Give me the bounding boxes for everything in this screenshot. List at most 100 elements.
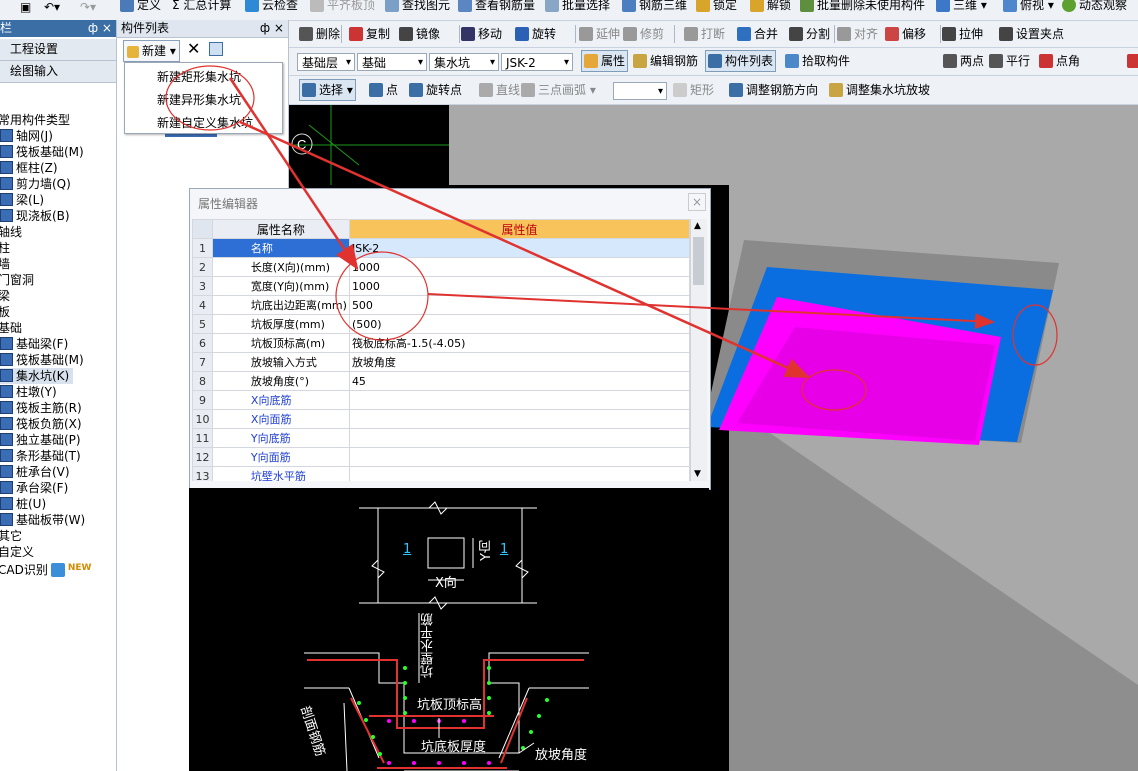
property-row[interactable]: 5 坑板厚度(mm) (500) <box>192 314 690 334</box>
cloud-check-button[interactable]: 云检查 <box>245 0 298 16</box>
tree-item[interactable]: 框柱(Z) <box>0 160 58 176</box>
edit-tool-button[interactable]: 合并 <box>737 23 778 45</box>
align-slab-top-button[interactable]: 平齐板顶 <box>310 0 375 16</box>
edit-tool-button[interactable]: 打断 <box>684 23 725 45</box>
view-3d-dropdown[interactable]: 三维 ▾ <box>936 0 987 16</box>
copy-component-icon[interactable] <box>209 42 223 56</box>
component-list-pin-close[interactable]: ф × <box>260 20 284 37</box>
edit-tool-button[interactable]: 删除 <box>299 23 340 45</box>
save-icon[interactable]: ▣ <box>20 0 31 18</box>
tree-item[interactable]: 独立基础(P) <box>0 432 81 448</box>
edit-tool-button[interactable]: 旋转 <box>515 23 556 45</box>
edit-tool-button[interactable]: 偏移 <box>885 23 926 45</box>
component-name-select[interactable]: JSK-2 <box>501 53 573 72</box>
component-tool-button[interactable]: 属性 <box>581 50 629 72</box>
tree-item[interactable]: 桩(U) <box>0 496 46 512</box>
tree-item[interactable]: 板 <box>0 304 10 320</box>
property-value[interactable] <box>348 466 690 481</box>
batch-delete-unused-button[interactable]: 批量删除未使用构件 <box>800 0 925 16</box>
tree-item[interactable]: 基础板带(W) <box>0 512 85 528</box>
new-component-button[interactable]: 新建 ▾ <box>123 40 180 62</box>
property-row[interactable]: 6 坑板顶标高(m) 筏板底标高-1.5(-4.05) <box>192 333 690 353</box>
tree-item[interactable]: 基础 <box>0 320 22 336</box>
property-row[interactable]: 2 长度(X向)(mm) 1000 <box>192 257 690 277</box>
redo-icon[interactable]: ↷▾ <box>80 0 96 18</box>
tree-item[interactable]: 自定义 <box>0 544 34 560</box>
tree-item[interactable]: 门窗洞 <box>0 272 34 288</box>
component-tool-button[interactable]: 三 <box>1127 50 1138 72</box>
type-select[interactable]: 基础 <box>357 53 427 72</box>
tree-item[interactable]: 墙 <box>0 256 10 272</box>
tree-item[interactable]: 筏板主筋(R) <box>0 400 82 416</box>
property-row[interactable]: 13 坑壁水平筋 <box>192 466 690 481</box>
property-value[interactable]: 筏板底标高-1.5(-4.05) <box>348 333 690 353</box>
property-value[interactable] <box>348 447 690 467</box>
property-value[interactable] <box>348 409 690 429</box>
draw-tool-button[interactable]: 直线 <box>479 79 520 101</box>
component-tool-button[interactable]: 点角 <box>1039 50 1080 72</box>
tree-item[interactable]: 柱墩(Y) <box>0 384 57 400</box>
property-row[interactable]: 1 名称 JSK-2 <box>192 238 690 258</box>
property-scrollbar[interactable]: ▲ ▼ <box>690 219 707 481</box>
edit-tool-button[interactable]: 复制 <box>349 23 390 45</box>
tree-item[interactable]: 梁(L) <box>0 192 44 208</box>
delete-component-icon[interactable]: ✕ <box>187 39 200 58</box>
unlock-button[interactable]: 解锁 <box>750 0 791 16</box>
tree-item[interactable]: 轴网(J) <box>0 128 53 144</box>
component-type-select[interactable]: 集水坑 <box>429 53 499 72</box>
edit-tool-button[interactable]: 拉伸 <box>942 23 983 45</box>
property-row[interactable]: 12 Y向面筋 <box>192 447 690 467</box>
property-row[interactable]: 4 坑底出边距离(mm) 500 <box>192 295 690 315</box>
property-value[interactable]: 1000 <box>348 257 690 277</box>
component-tool-button[interactable]: 编辑钢筋 <box>633 50 698 72</box>
scroll-down-icon[interactable]: ▼ <box>694 469 701 479</box>
tree-item[interactable]: 条形基础(T) <box>0 448 81 464</box>
draw-tool-button[interactable]: 调整集水坑放坡 <box>829 79 930 101</box>
edit-tool-button[interactable]: 移动 <box>461 23 502 45</box>
property-row[interactable]: 9 X向底筋 <box>192 390 690 410</box>
tab-project-settings[interactable]: 工程设置 <box>0 39 116 61</box>
property-value[interactable]: 1000 <box>348 276 690 296</box>
tree-item[interactable]: 柱 <box>0 240 10 256</box>
property-row[interactable]: 7 放坡输入方式 放坡角度 <box>192 352 690 372</box>
property-value[interactable]: JSK-2 <box>348 238 690 258</box>
tab-drawing-input[interactable]: 绘图输入 <box>0 61 116 83</box>
orbit-button[interactable]: 动态观察 <box>1062 0 1127 16</box>
component-tool-button[interactable]: 平行 <box>989 50 1030 72</box>
arc-width-select[interactable] <box>613 82 667 101</box>
layer-select[interactable]: 基础层 <box>297 53 355 72</box>
scroll-up-icon[interactable]: ▲ <box>694 221 701 231</box>
tree-item[interactable]: 现浇板(B) <box>0 208 70 224</box>
edit-tool-button[interactable]: 分割 <box>789 23 830 45</box>
tree-item[interactable]: 桩承台(V) <box>0 464 70 480</box>
component-tool-button[interactable]: 两点 <box>943 50 984 72</box>
property-value[interactable] <box>348 390 690 410</box>
tree-item[interactable]: 剪力墙(Q) <box>0 176 71 192</box>
property-editor-close-button[interactable]: × <box>688 193 706 211</box>
menu-new-rect-sump[interactable]: 新建矩形集水坑 <box>157 67 241 87</box>
col-header-name[interactable]: 属性名称 <box>211 219 350 239</box>
component-tool-button[interactable]: 拾取构件 <box>785 50 850 72</box>
tree-item[interactable]: 常用构件类型 <box>0 112 70 128</box>
property-row[interactable]: 3 宽度(Y向)(mm) 1000 <box>192 276 690 296</box>
draw-tool-button[interactable]: 三点画弧 ▾ <box>521 79 596 101</box>
edit-tool-button[interactable]: 镜像 <box>399 23 440 45</box>
property-row[interactable]: 10 X向面筋 <box>192 409 690 429</box>
menu-new-irregular-sump[interactable]: 新建异形集水坑 <box>157 90 241 110</box>
find-element-button[interactable]: 查找图元 <box>385 0 450 16</box>
property-value[interactable]: (500) <box>348 314 690 334</box>
draw-tool-button[interactable]: 旋转点 <box>409 79 462 101</box>
tree-item[interactable]: 基础梁(F) <box>0 336 68 352</box>
draw-tool-button[interactable]: 点 <box>369 79 398 101</box>
tree-item[interactable]: 其它 <box>0 528 22 544</box>
edit-tool-button[interactable]: 修剪 <box>623 23 664 45</box>
tree-item[interactable]: 承台梁(F) <box>0 480 68 496</box>
property-value[interactable]: 45 <box>348 371 690 391</box>
property-value[interactable]: 放坡角度 <box>348 352 690 372</box>
draw-tool-button[interactable]: 调整钢筋方向 <box>729 79 818 101</box>
property-row[interactable]: 11 Y向底筋 <box>192 428 690 448</box>
scroll-thumb[interactable] <box>693 237 704 285</box>
property-value[interactable] <box>348 428 690 448</box>
tree-item[interactable]: 轴线 <box>0 224 22 240</box>
col-header-value[interactable]: 属性值 <box>348 219 690 239</box>
